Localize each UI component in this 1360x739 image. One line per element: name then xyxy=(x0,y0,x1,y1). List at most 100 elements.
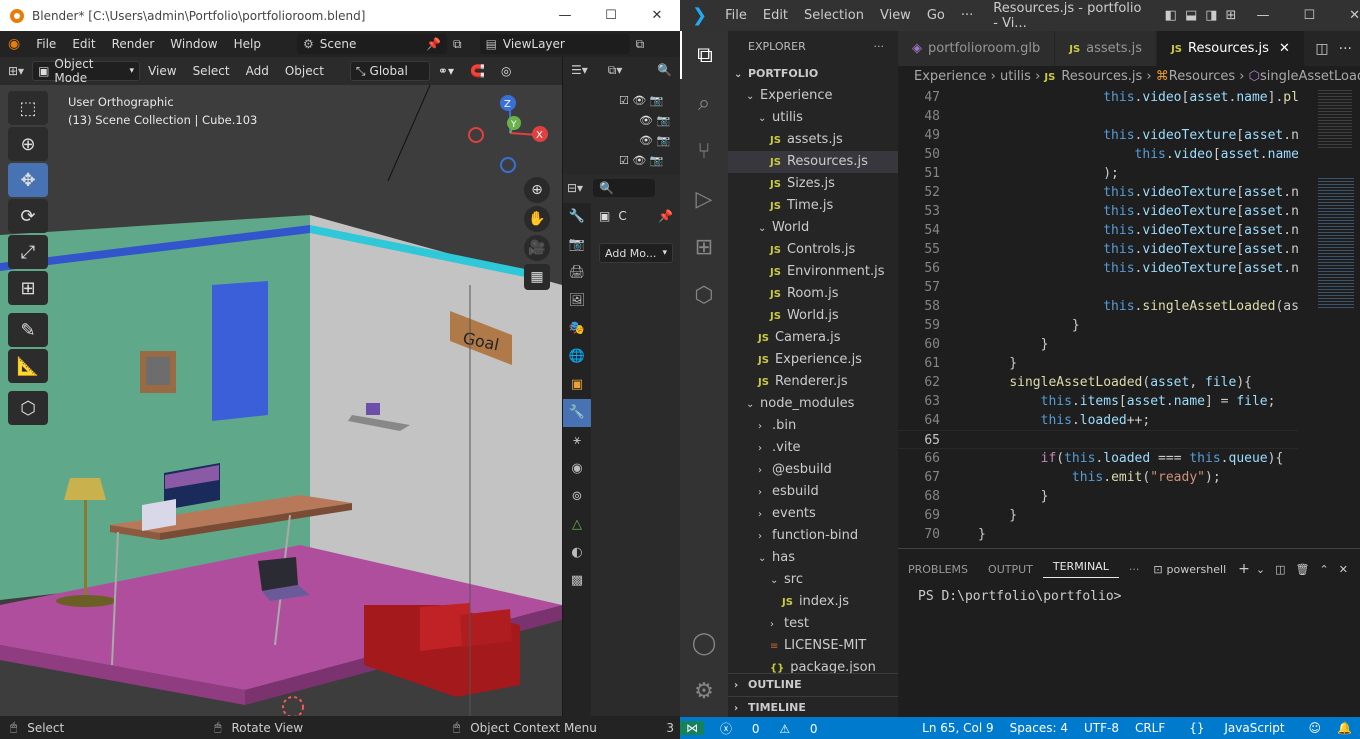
tree-item[interactable]: › esbuild xyxy=(728,481,898,503)
close-button[interactable]: ✕ xyxy=(634,0,680,31)
panel-tab-output[interactable]: OUTPUT xyxy=(978,563,1043,576)
outliner-row-3[interactable]: 👁 📷 xyxy=(619,131,675,151)
menu-render[interactable]: Render xyxy=(104,37,163,51)
workspace-root[interactable]: ⌄ PORTFOLIO xyxy=(728,63,898,85)
scene-tab-icon[interactable]: 🎭 xyxy=(563,315,591,343)
code-line[interactable]: 66 if(this.loaded === this.queue){ xyxy=(898,449,1298,468)
maximize-button[interactable]: ☐ xyxy=(588,0,634,31)
tree-item[interactable]: JS assets.js xyxy=(728,129,898,151)
breadcrumb-file[interactable]: Resources.js xyxy=(1061,69,1142,84)
header-add[interactable]: Add xyxy=(238,64,277,78)
code-line[interactable]: 57 xyxy=(898,278,1298,297)
menu-help[interactable]: Help xyxy=(226,37,269,51)
tree-item[interactable]: › events xyxy=(728,503,898,525)
code-line[interactable]: 55 this.videoTexture[asset.nam xyxy=(898,240,1298,259)
eye-icon-2[interactable]: 👁 xyxy=(639,114,653,127)
source-control-icon[interactable]: ⑂ xyxy=(680,127,728,175)
problems-indicator[interactable]: ⓧ 0 ⚠ 0 xyxy=(704,720,834,737)
output-tab-icon[interactable]: 🖨 xyxy=(563,259,591,287)
new-terminal-icon[interactable]: + xyxy=(1238,561,1250,577)
camera-view-icon[interactable]: 🎥 xyxy=(524,235,550,261)
minimize-button[interactable]: — xyxy=(542,0,588,31)
breadcrumb-experience[interactable]: Experience xyxy=(914,69,987,84)
tree-item[interactable]: JS Controls.js xyxy=(728,239,898,261)
search-icon[interactable]: ⌕ xyxy=(680,79,728,127)
render-tab-icon[interactable]: 📷 xyxy=(563,231,591,259)
scene-selector[interactable]: ⚙ Scene 📌 xyxy=(296,34,447,54)
indentation[interactable]: Spaces: 4 xyxy=(1002,721,1076,735)
editor-more-icon[interactable]: ··· xyxy=(1339,41,1352,57)
vs-menu-go[interactable]: Go xyxy=(919,8,953,23)
code-line[interactable]: 64 this.loaded++; xyxy=(898,411,1298,430)
trash-icon[interactable]: 🗑 xyxy=(1296,563,1310,576)
close-panel-icon[interactable]: ✕ xyxy=(1339,563,1348,576)
split-editor-icon[interactable]: ◫ xyxy=(1315,41,1328,57)
breadcrumb-utilis[interactable]: utilis xyxy=(1000,69,1031,84)
menu-window[interactable]: Window xyxy=(162,37,225,51)
header-object[interactable]: Object xyxy=(277,64,332,78)
tree-item[interactable]: ⌄ has xyxy=(728,547,898,569)
toggle-sidebar-icon[interactable]: ◧ xyxy=(1165,8,1177,23)
language-mode[interactable]: {} JavaScript xyxy=(1173,721,1300,735)
code-line[interactable]: 50 this.video[asset.name] xyxy=(898,145,1298,164)
vs-maximize-button[interactable]: ☐ xyxy=(1303,8,1315,23)
feedback-icon[interactable]: ☺ xyxy=(1301,721,1330,735)
code-line[interactable]: 62 singleAssetLoaded(asset, file){ xyxy=(898,373,1298,392)
add-cube-tool[interactable]: ⬡ xyxy=(8,391,48,425)
camera-icon-2[interactable]: 📷 xyxy=(656,114,670,127)
code-line[interactable]: 69 } xyxy=(898,506,1298,525)
tree-item[interactable]: JS Sizes.js xyxy=(728,173,898,195)
tree-item[interactable]: JS World.js xyxy=(728,305,898,327)
encoding[interactable]: UTF-8 xyxy=(1076,721,1127,735)
tree-item[interactable]: ≡ LICENSE-MIT xyxy=(728,635,898,657)
account-icon[interactable]: ◯ xyxy=(680,619,728,667)
code-line[interactable]: 49 this.videoTexture[asset.nam xyxy=(898,126,1298,145)
code-line[interactable]: 60 } xyxy=(898,335,1298,354)
camera-icon-4[interactable]: 📷 xyxy=(650,154,664,167)
outliner-row-1[interactable]: ☑ 👁 📷 xyxy=(619,91,675,111)
code-line[interactable]: 56 this.videoTexture[asset.nam xyxy=(898,259,1298,278)
vs-minimize-button[interactable]: — xyxy=(1256,8,1269,23)
world-tab-icon[interactable]: 🌐 xyxy=(563,343,591,371)
tree-item[interactable]: JS Time.js xyxy=(728,195,898,217)
vs-menu-view[interactable]: View xyxy=(872,8,919,23)
breadcrumb-class[interactable]: Resources xyxy=(1169,69,1235,84)
split-terminal-icon[interactable]: ◫ xyxy=(1275,563,1285,576)
menu-file[interactable]: File xyxy=(28,37,64,51)
eye-icon-3[interactable]: 👁 xyxy=(639,134,653,147)
remote-explorer-icon[interactable]: ⬡ xyxy=(680,271,728,319)
settings-gear-icon[interactable]: ⚙ xyxy=(680,667,728,715)
modifier-tab-icon[interactable]: 🔧 xyxy=(563,399,591,427)
notifications-bell-icon[interactable]: 🔔 xyxy=(1329,721,1360,735)
code-line[interactable]: 67 this.emit("ready"); xyxy=(898,468,1298,487)
snap-icon[interactable]: 🧲 xyxy=(462,64,493,78)
tree-item[interactable]: ⌄ World xyxy=(728,217,898,239)
pin-icon-props[interactable]: 📌 xyxy=(658,209,673,223)
outliner-row-2[interactable]: 👁 📷 xyxy=(619,111,675,131)
tree-item[interactable]: ⌄ src xyxy=(728,569,898,591)
outliner-row-4[interactable]: ☑ 👁 📷 xyxy=(619,151,675,171)
material-tab-icon[interactable]: ◐ xyxy=(563,539,591,567)
tree-item[interactable]: ⌄ utilis xyxy=(728,107,898,129)
vs-menu-selection[interactable]: Selection xyxy=(796,8,872,23)
eol[interactable]: CRLF xyxy=(1127,721,1173,735)
particles-tab-icon[interactable]: ⚹ xyxy=(563,427,591,455)
pin-icon[interactable]: 📌 xyxy=(426,37,441,51)
outliner-filter-icon[interactable]: ⧉▾ xyxy=(608,63,623,78)
code-line[interactable]: 65 xyxy=(898,430,1298,449)
code-line[interactable]: 63 this.items[asset.name] = file; xyxy=(898,392,1298,411)
terminal-shell-name[interactable]: powershell xyxy=(1167,563,1227,576)
tree-item[interactable]: › @esbuild xyxy=(728,459,898,481)
header-select[interactable]: Select xyxy=(185,64,238,78)
breadcrumb-method[interactable]: singleAssetLoaded xyxy=(1260,69,1360,84)
tree-item[interactable]: JS Camera.js xyxy=(728,327,898,349)
toggle-panel-icon[interactable]: ⬓ xyxy=(1185,8,1197,23)
move-tool[interactable]: ✥ xyxy=(8,163,48,197)
code-editor[interactable]: 47 this.video[asset.name].play 48 49 this.… xyxy=(898,88,1298,548)
panel-more-icon[interactable]: ··· xyxy=(1119,563,1150,576)
add-modifier-button[interactable]: Add Mo... ▾ xyxy=(599,243,673,263)
customize-layout-icon[interactable]: ⊞ xyxy=(1226,8,1237,23)
physics-tab-icon[interactable]: ◉ xyxy=(563,455,591,483)
view-layer-tab-icon[interactable]: 🖼 xyxy=(563,287,591,315)
grid-view-icon[interactable]: ▦ xyxy=(524,264,550,290)
